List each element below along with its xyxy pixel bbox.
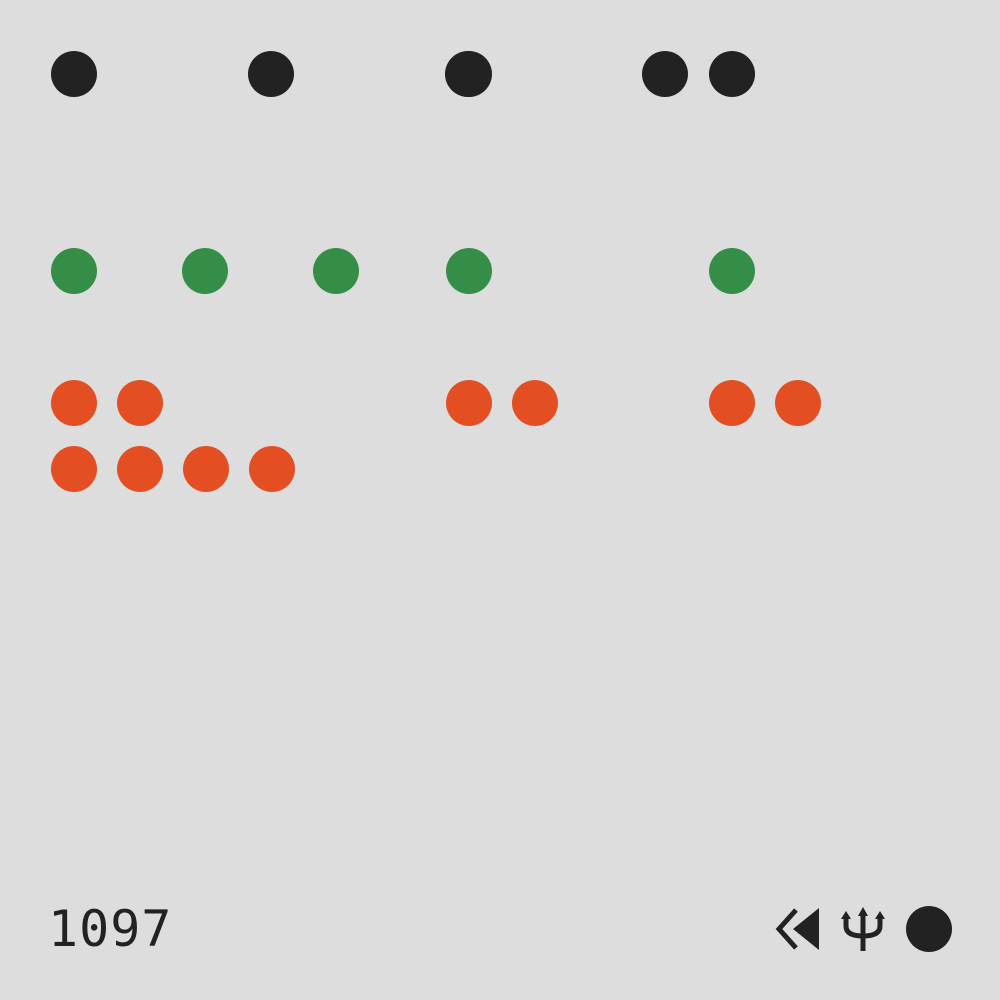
dot-grid [0, 0, 1000, 1000]
orange-dot [512, 380, 558, 426]
black-dot [642, 51, 688, 97]
page-number: 1097 [48, 900, 173, 958]
black-dot [446, 51, 492, 97]
orange-dot [51, 446, 97, 492]
filled-circle-icon [906, 906, 952, 952]
orange-dot [117, 446, 163, 492]
green-dot [313, 248, 359, 294]
icon-strip [774, 904, 952, 954]
green-dot [51, 248, 97, 294]
orange-dot [249, 446, 295, 492]
black-dot [248, 51, 294, 97]
orange-dot [117, 380, 163, 426]
green-dot [709, 248, 755, 294]
rewind-icon [774, 906, 820, 952]
orange-dot [183, 446, 229, 492]
orange-dot [775, 380, 821, 426]
trident-icon [840, 906, 886, 952]
orange-dot [446, 380, 492, 426]
orange-dot [709, 380, 755, 426]
black-dot [51, 51, 97, 97]
canvas: 1097 [0, 0, 1000, 1000]
black-dot [709, 51, 755, 97]
orange-dot [51, 380, 97, 426]
green-dot [182, 248, 228, 294]
green-dot [446, 248, 492, 294]
